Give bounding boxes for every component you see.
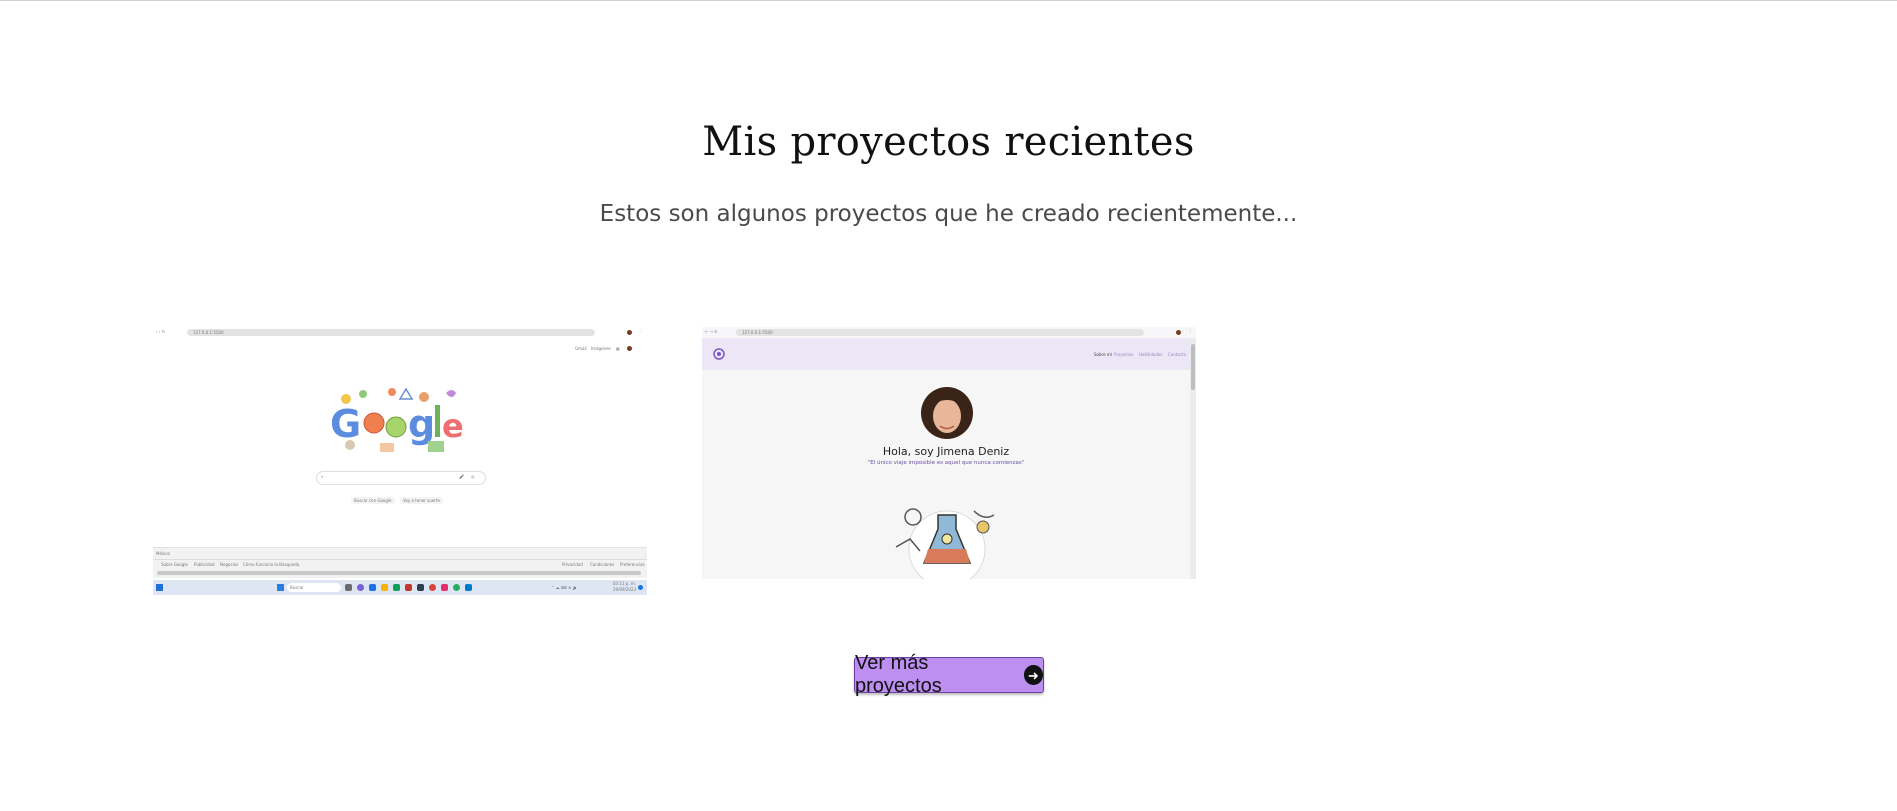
task-view-icon [345,584,352,591]
portfolio-heading: Hola, soy Jimena Deniz [882,445,1010,458]
nav-arrows-icon: ← → ↻ [705,329,718,334]
footer-region: México [156,551,170,556]
see-more-projects-button[interactable]: Ver más proyectos ➜ [854,652,1044,697]
menu-icon: ⋮ [639,328,643,333]
project-card-google-clone[interactable]: ‹ › ↻ 127.0.0.1:5500 ⋮ Gmail Imágenes ▦ … [153,327,647,595]
user-avatar-icon [627,346,632,351]
chat-icon [453,584,460,591]
nav-contact: Contacto [1168,352,1187,357]
science-illustration [895,508,995,579]
footer-divider [153,559,647,560]
project-card-portfolio[interactable]: ← → ↻ 127.0.0.1:5500 ⋮ Sobre mí Proyecto… [702,327,1196,579]
address-text: 127.0.0.1:5500 [193,330,224,335]
lens-icon: ◎ [471,474,475,479]
footer-link-terms: Condiciones [590,562,615,567]
store-icon [393,584,400,591]
vertical-scrollbar [1190,338,1196,579]
footer-link-privacy: Privacidad [562,562,583,567]
edge-browser-icon [369,584,376,591]
menu-icon: ⋮ [1188,328,1192,333]
address-bar: 127.0.0.1:5500 [736,329,1144,336]
scrollbar-thumb [1191,344,1195,390]
google-doodle-logo: G g e [330,387,464,452]
clock-date: 29/09/2023 [613,587,637,592]
windows-taskbar: Buscar ⌃ ☁ ⌨ ≋ 🔈 03:11 p. m. 29/09/2023 [153,580,647,595]
browser-toolbar: ← → ↻ 127.0.0.1:5500 ⋮ [702,327,1196,338]
lucky-button: Voy a tener suerte [400,497,443,504]
footer-link-ads: Publicidad [194,562,215,567]
profile-photo [921,387,973,439]
terminal-icon [417,584,424,591]
section-subtitle: Estos son algunos proyectos que he cread… [599,201,1298,227]
file-explorer-icon [381,584,388,591]
horizontal-scrollbar [157,571,641,575]
mic-icon: 🎤 [459,474,464,479]
svg-text:e: e [442,407,464,445]
portfolio-quote: "El único viaje imposible es aquel que n… [867,460,1025,466]
arrow-right-icon: ➜ [1023,665,1043,685]
address-text: 127.0.0.1:5500 [742,330,773,335]
taskbar-search: Buscar [287,583,341,592]
search-box: ⌕ 🎤 ◎ [316,471,486,485]
footer-link-about: Sobre Google [161,562,188,567]
nav-arrows-icon: ‹ › ↻ [156,329,166,334]
system-tray-icons: ⌃ ☁ ⌨ ≋ 🔈 [551,585,578,590]
profile-avatar-icon [627,330,632,335]
see-more-projects-label: Ver más proyectos [855,652,942,697]
notification-icon [638,585,643,590]
images-link: Imágenes [591,346,611,351]
footer-link-business: Negocios [220,562,239,567]
svg-text:G: G [330,402,361,446]
gmail-link: Gmail [575,346,587,351]
media-app-icon [441,584,448,591]
clock-time: 03:11 p. m. [613,581,637,586]
nav-projects: Proyectos [1114,352,1134,357]
footer-link-settings: Preferencias [620,562,645,567]
nav-about: Sobre mí [1094,352,1112,357]
google-footer: México Sobre Google Publicidad Negocios … [153,547,647,578]
chat-app-icon [357,584,364,591]
portfolio-navbar: Sobre mí Proyectos Habilidades Contacto [702,338,1196,370]
taskbar-search-label: Buscar [290,585,304,590]
browser-toolbar: ‹ › ↻ 127.0.0.1:5500 ⋮ [153,327,647,338]
search-icon: ⌕ [321,474,324,479]
nav-skills: Habilidades [1139,352,1163,357]
windows-start-icon [277,584,284,591]
widgets-icon [156,584,163,591]
vscode-icon [465,584,472,591]
section-title: Mis proyectos recientes [702,119,1195,165]
portfolio-logo-icon [713,348,725,360]
svg-text:g: g [408,402,435,446]
google-search-button: Buscar con Google [351,497,395,504]
profile-avatar-icon [1176,330,1181,335]
office-icon [405,584,412,591]
apps-grid-icon: ▦ [616,346,620,351]
chrome-icon [429,584,436,591]
address-bar: 127.0.0.1:5500 [187,329,595,336]
footer-link-how-search: Cómo funciona la Búsqueda [243,562,300,567]
